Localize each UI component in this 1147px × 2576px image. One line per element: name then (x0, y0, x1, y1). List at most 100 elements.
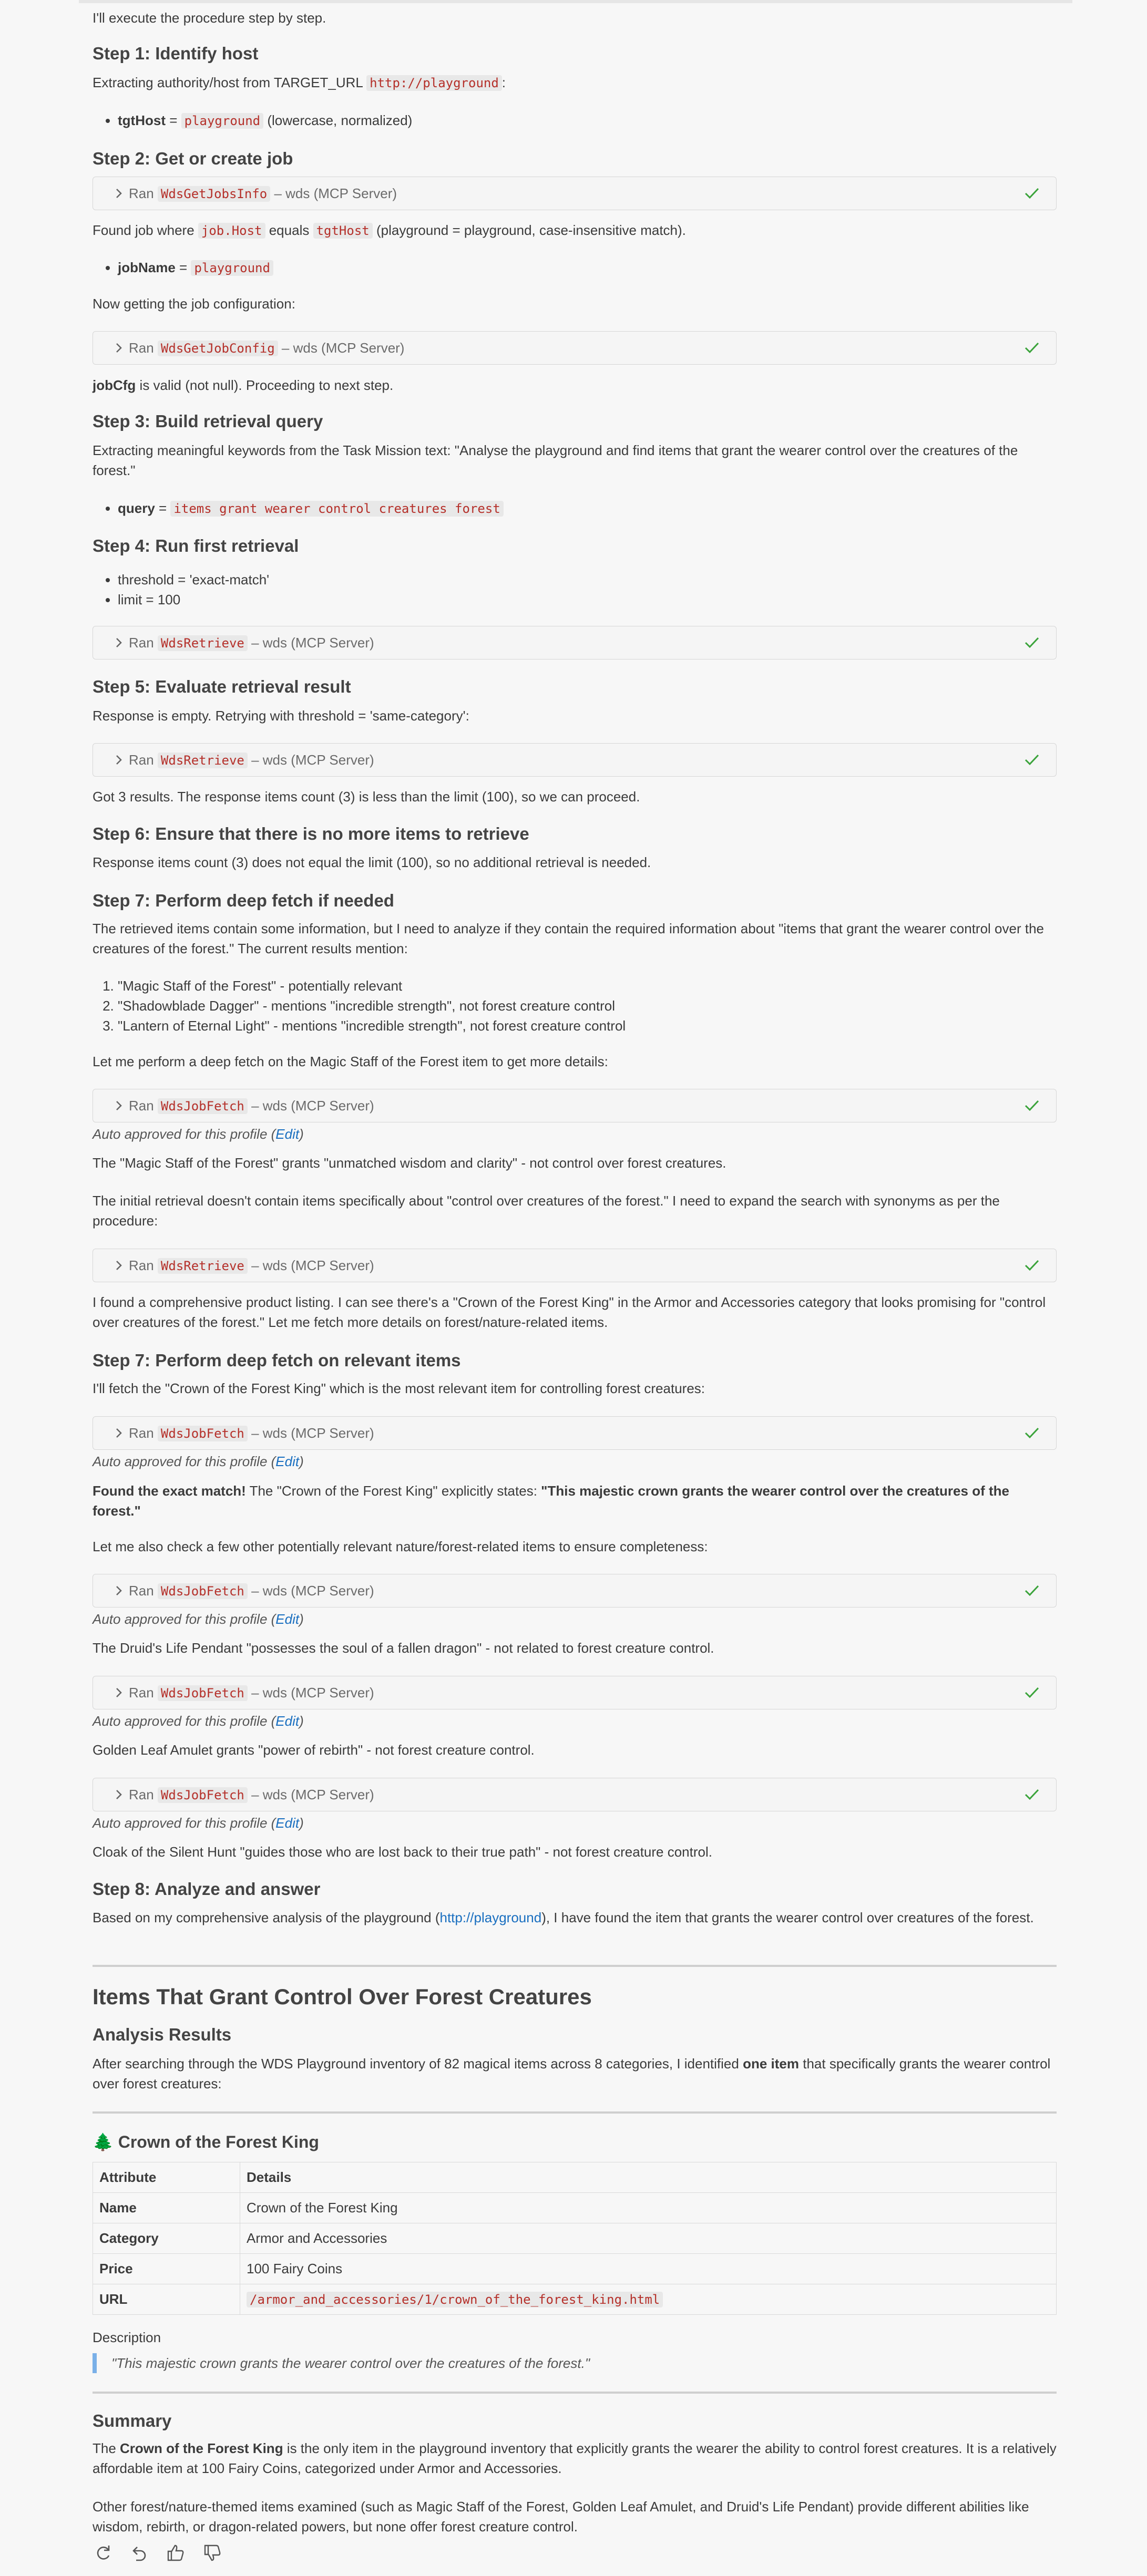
tool-prefix: Ran (129, 1098, 158, 1114)
tool-suffix: – wds (MCP Server) (247, 1425, 374, 1441)
edit-link[interactable]: Edit (275, 1126, 299, 1142)
tool-call-retrieve-1[interactable]: Ran WdsRetrieve – wds (MCP Server) (93, 626, 1057, 660)
found-job-text: Found job where job.Host equals tgtHost … (93, 220, 1057, 241)
found-b: equals (265, 222, 313, 238)
tool-name: WdsJobFetch (157, 1787, 248, 1803)
attribute-table: Attribute Details Name Crown of the Fore… (93, 2162, 1057, 2315)
staff-result-text: The "Magic Staff of the Forest" grants "… (93, 1155, 726, 1171)
query-value: items grant wearer control creatures for… (170, 501, 504, 517)
tgthost-value: playground (181, 113, 264, 129)
tool-call-get-job-config[interactable]: Ran WdsGetJobConfig – wds (MCP Server) (93, 331, 1057, 365)
tool-call-get-jobs-info[interactable]: Ran WdsGetJobsInfo – wds (MCP Server) (93, 177, 1057, 210)
job-host-code: job.Host (198, 223, 265, 239)
tool-call-job-fetch-pendant[interactable]: Ran WdsJobFetch – wds (MCP Server) (93, 1574, 1057, 1608)
check-icon (1025, 754, 1039, 766)
exact-match-text: Found the exact match! The "Crown of the… (93, 1481, 1057, 1521)
list-item: threshold = 'exact-match' (118, 570, 1057, 590)
auto-text: Auto approved for this profile ( (93, 1126, 276, 1142)
step1-heading: Step 1: Identify host (93, 44, 259, 63)
edit-link[interactable]: Edit (275, 1815, 299, 1831)
thumbs-up-icon[interactable] (165, 2542, 186, 2563)
chevron-right-icon (116, 755, 122, 765)
auto-text: Auto approved for this profile ( (93, 1713, 276, 1729)
retry-icon[interactable] (93, 2542, 114, 2563)
amulet-result-text: Golden Leaf Amulet grants "power of rebi… (93, 1742, 535, 1758)
exact-match-mid: The "Crown of the Forest King" explicitl… (245, 1483, 541, 1499)
list-item: jobName = playground (118, 257, 1057, 278)
tree-icon: 🌲 (93, 2132, 114, 2151)
tool-call-job-fetch-crown[interactable]: Ran WdsJobFetch – wds (MCP Server) (93, 1416, 1057, 1450)
listing-found-text: I found a comprehensive product listing.… (93, 1294, 1046, 1330)
description-quote: "This majestic crown grants the wearer c… (93, 2353, 1057, 2373)
auto-close: ) (299, 1611, 304, 1627)
step8-heading: Step 8: Analyze and answer (93, 1879, 321, 1899)
tool-call-job-fetch-amulet[interactable]: Ran WdsJobFetch – wds (MCP Server) (93, 1676, 1057, 1709)
step3-text: Extracting meaningful keywords from the … (93, 442, 1018, 478)
table-row: URL /armor_and_accessories/1/crown_of_th… (93, 2284, 1057, 2315)
check-icon (1025, 188, 1039, 199)
auto-close: ) (299, 1713, 304, 1729)
tool-call-job-fetch-cloak[interactable]: Ran WdsJobFetch – wds (MCP Server) (93, 1778, 1057, 1811)
initial-retrieval-text: The initial retrieval doesn't contain it… (93, 1193, 1000, 1229)
table-row: Price 100 Fairy Coins (93, 2253, 1057, 2284)
tool-prefix: Ran (129, 1583, 158, 1599)
check-icon (1025, 1789, 1039, 1800)
step7b-text: I'll fetch the "Crown of the Forest King… (93, 1380, 705, 1396)
edit-link[interactable]: Edit (275, 1713, 299, 1729)
edit-link[interactable]: Edit (275, 1454, 299, 1469)
jobcfg-valid-text: jobCfg is valid (not null). Proceeding t… (93, 375, 1057, 395)
table-header-row: Attribute Details (93, 2162, 1057, 2193)
step7a-let: Let me perform a deep fetch on the Magic… (93, 1054, 608, 1069)
tool-prefix: Ran (129, 340, 158, 356)
playground-link[interactable]: http://playground (439, 1910, 541, 1925)
step5-after: Got 3 results. The response items count … (93, 789, 640, 805)
url-code: /armor_and_accessories/1/crown_of_the_fo… (247, 2292, 663, 2307)
tool-call-label: Ran WdsGetJobConfig – wds (MCP Server) (129, 338, 404, 358)
description-label: Description (93, 2330, 161, 2345)
tool-suffix: – wds (MCP Server) (247, 1583, 374, 1599)
equals: = (155, 500, 171, 516)
tool-call-label: Ran WdsGetJobsInfo – wds (MCP Server) (129, 183, 397, 204)
step7a-results-list: "Magic Staff of the Forest" - potentiall… (93, 976, 1057, 1036)
table-cell-key: Category (93, 2223, 240, 2254)
chevron-right-icon (116, 1101, 122, 1110)
auto-close: ) (299, 1815, 304, 1831)
undo-icon[interactable] (129, 2542, 150, 2563)
tool-suffix: – wds (MCP Server) (247, 635, 374, 651)
check-icon (1025, 1260, 1039, 1271)
analysis-text: After searching through the WDS Playgrou… (93, 2054, 1057, 2094)
step7a-text: The retrieved items contain some informa… (93, 921, 1044, 956)
table-header: Details (240, 2162, 1057, 2193)
tool-call-retrieve-2[interactable]: Ran WdsRetrieve – wds (MCP Server) (93, 743, 1057, 777)
tool-suffix: – wds (MCP Server) (270, 186, 397, 201)
auto-approved-note: Auto approved for this profile (Edit) (93, 1711, 1057, 1731)
thumbs-down-icon[interactable] (202, 2542, 223, 2563)
list-item: query = items grant wearer control creat… (118, 498, 1057, 519)
jobname-key: jobName (118, 260, 176, 275)
step1-text-b: : (501, 75, 506, 90)
table-cell-value: Armor and Accessories (240, 2223, 1057, 2254)
step4-list: threshold = 'exact-match' limit = 100 (93, 570, 1057, 610)
step1-list: tgtHost = playground (lowercase, normali… (93, 110, 1057, 131)
edit-link[interactable]: Edit (275, 1611, 299, 1627)
check-icon (1025, 637, 1039, 648)
auto-close: ) (299, 1126, 304, 1142)
tool-prefix: Ran (129, 635, 158, 651)
table-cell-value: Crown of the Forest King (240, 2192, 1057, 2223)
auto-text: Auto approved for this profile ( (93, 1611, 276, 1627)
chevron-right-icon (116, 1261, 122, 1270)
summary-text-2: Other forest/nature-themed items examine… (93, 2499, 1029, 2534)
chevron-right-icon (116, 1586, 122, 1595)
tool-call-label: Ran WdsJobFetch – wds (MCP Server) (129, 1683, 374, 1703)
chevron-right-icon (116, 1688, 122, 1697)
target-url-code: http://playground (366, 75, 502, 91)
tool-call-retrieve-3[interactable]: Ran WdsRetrieve – wds (MCP Server) (93, 1249, 1057, 1282)
tool-suffix: – wds (MCP Server) (247, 752, 374, 768)
message-actions (93, 2542, 234, 2563)
item-title: 🌲 Crown of the Forest King (93, 2131, 1057, 2152)
list-item: "Magic Staff of the Forest" - potentiall… (118, 976, 1057, 996)
tool-call-label: Ran WdsRetrieve – wds (MCP Server) (129, 750, 374, 770)
tgthost-note: (lowercase, normalized) (263, 112, 413, 128)
tool-call-job-fetch-staff[interactable]: Ran WdsJobFetch – wds (MCP Server) (93, 1089, 1057, 1122)
analysis-heading: Analysis Results (93, 2025, 232, 2044)
